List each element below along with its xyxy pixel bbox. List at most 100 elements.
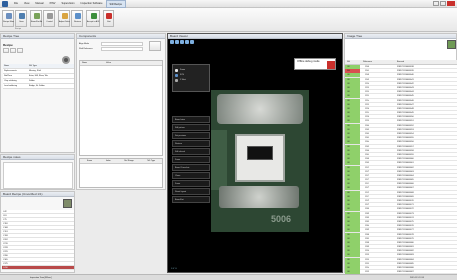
menu-tab[interactable]: View	[21, 0, 32, 8]
exit-icon	[106, 13, 112, 19]
recipe-property-label: Lead soldering	[4, 85, 18, 87]
zoom-out-icon[interactable]	[175, 40, 179, 44]
viewer-menu: Board view Still picture Set previous Resto…	[172, 116, 210, 204]
trace-left	[211, 130, 227, 190]
shot-legend-swatch	[175, 79, 178, 82]
viewer-menu-item[interactable]: Restore	[172, 140, 210, 147]
exit-label: Exit	[107, 21, 111, 23]
col-value: Value	[106, 62, 111, 64]
board-viewer-header: Board Viewer	[168, 34, 342, 39]
recipe-property-row[interactable]: Lead soldering Bridge, Nr. Solder	[3, 84, 74, 89]
recipe-manager-button[interactable]: Recipe Manager	[2, 10, 14, 27]
restore-button[interactable]: Restore	[71, 10, 83, 27]
pan-icon[interactable]	[185, 40, 189, 44]
status-datetime: 2015.11.5 12:01	[410, 277, 425, 279]
board-lot-attach-button[interactable]: Board/Lot Attach	[30, 10, 42, 27]
menu-tab[interactable]: Supervision	[58, 0, 77, 8]
solder-pad-top	[217, 94, 303, 124]
chip-marking: 5006	[271, 214, 292, 224]
recipe-property-label: Chip soldering	[4, 80, 17, 82]
shift-reference-field[interactable]	[101, 47, 143, 51]
viewer-menu-item[interactable]: Still picture	[172, 124, 210, 131]
menu-tab[interactable]: Manual	[32, 0, 46, 8]
restore-label: Restore	[73, 21, 81, 23]
recipe-property-value: Missing, Shift	[29, 70, 41, 72]
menu-tab[interactable]: Inspection Software	[78, 0, 106, 8]
save-button[interactable]: Save	[15, 10, 27, 27]
restore-icon	[75, 13, 81, 19]
detail-column-header: Ref Range	[124, 160, 134, 162]
shot-legend-label: 1 Shot	[180, 79, 186, 81]
recipe-property-value: Bridge, Nr. Solder	[29, 85, 45, 87]
fov-legend-swatch	[175, 74, 178, 77]
recipe-property-label: NotPlace	[4, 75, 13, 77]
component-panel: Components Align Mode Shift Reference Na…	[76, 33, 166, 190]
viewer-menu-item[interactable]: Board/Lot	[172, 196, 210, 203]
col-name: Name	[82, 62, 88, 64]
app-logo-icon[interactable]	[2, 1, 8, 7]
ribbon: Recipe Manager Save Board/Lot Attach Con…	[0, 8, 457, 32]
solder-pad-bottom	[219, 186, 299, 208]
component-detail-header: Name Value Ref Range NG Type	[80, 159, 162, 164]
adjust-defects-label: Adjust Defects	[59, 21, 70, 23]
menu-tab[interactable]: PINV	[47, 0, 59, 8]
recipe-property-value: NG Type	[29, 65, 37, 67]
recipe-gear-icon[interactable]	[62, 56, 70, 64]
viewer-menu-item[interactable]: Board view	[172, 116, 210, 123]
board-recipe-row[interactable]: C410	[2, 266, 74, 270]
control-button[interactable]: Control	[43, 10, 55, 27]
adjust-icon	[62, 13, 68, 19]
recipe-add-button[interactable]	[3, 48, 9, 53]
adjust-defects-button[interactable]: Adjust Defects	[58, 10, 70, 27]
viewer-menu-item[interactable]: Board Crosshair	[172, 164, 210, 171]
fit-icon[interactable]	[180, 40, 184, 44]
accept-aoi-label: Accept to AOI Region	[87, 21, 100, 23]
component-image-button[interactable]	[149, 41, 161, 51]
results-panel: Image Tree NG Reference Barcode OK 1946 R3…	[344, 33, 457, 275]
minimize-icon[interactable]	[433, 1, 439, 6]
close-window-icon[interactable]	[447, 1, 455, 6]
viewer-toolbar	[170, 40, 194, 44]
inspection-time-text: Inspection Time [88/sec]	[30, 277, 52, 279]
viewer-menu-item[interactable]: Reset layout	[172, 188, 210, 195]
board-recipe-list: C42 C61 C75 C118 C168 C191 C198 C202 C219 C228 C22…	[2, 210, 74, 270]
results-image-icon[interactable]	[447, 40, 456, 49]
accept-aoi-button[interactable]: Accept to AOI Region	[86, 10, 100, 27]
recipe-notes-textarea[interactable]	[3, 162, 73, 189]
results-panel-header: Image Tree	[345, 34, 456, 39]
viewer-menu-item[interactable]: Zoom	[172, 156, 210, 163]
save-label: Save	[19, 21, 24, 23]
recipe-notes-header: Recipe notes	[1, 155, 74, 160]
menu-tab[interactable]: File	[11, 0, 21, 8]
recipe-delete-button[interactable]	[17, 48, 23, 53]
viewer-menu-item[interactable]: Set previous	[172, 132, 210, 139]
align-mode-field[interactable]	[101, 42, 143, 46]
align-mode-label: Align Mode	[79, 43, 90, 45]
overlay-close-icon[interactable]	[327, 61, 335, 69]
maximize-icon[interactable]	[440, 1, 446, 6]
viewer-menu-item[interactable]: Still refresh	[172, 148, 210, 155]
grid-icon[interactable]	[190, 40, 194, 44]
pcb-image[interactable]: 5006	[211, 90, 309, 232]
zoom-legend-label: Zoom	[180, 69, 186, 71]
recipe-copy-button[interactable]	[10, 48, 16, 53]
component-detail-table: Name Value Ref Range NG Type	[79, 158, 163, 188]
recipe-property-label: Replacements	[4, 70, 17, 72]
zoom-in-icon[interactable]	[170, 40, 174, 44]
board-recipe-header: Board Recipe (Unverified 1/1)	[1, 192, 74, 197]
results-table: OK 1946 R38971116668038 NG 1947 R389711166680…	[345, 65, 457, 275]
board-icon	[34, 13, 40, 19]
exit-button[interactable]: Exit	[103, 10, 114, 27]
title-bar: File View Manual PINV Supervision Inspection …	[0, 0, 457, 8]
component-pad	[247, 146, 273, 160]
board-recipe-panel: Board Recipe (Unverified 1/1) C42 C61 C75 C…	[0, 191, 75, 273]
offline-debug-text: Offline debug mode	[297, 60, 320, 63]
board-recipe-image-icon[interactable]	[63, 199, 72, 208]
menu-tabs: File View Manual PINV Supervision Inspection …	[11, 0, 127, 8]
viewer-menu-item[interactable]: Zoom	[172, 180, 210, 187]
viewer-menu-item[interactable]: Clean	[172, 172, 210, 179]
recipe-toolbar	[3, 48, 73, 54]
recipe-property-value: Solder	[29, 80, 35, 82]
viewer-coordinates: X:0 Y:0	[171, 268, 178, 270]
menu-tab[interactable]: Still Recipe	[105, 0, 127, 8]
